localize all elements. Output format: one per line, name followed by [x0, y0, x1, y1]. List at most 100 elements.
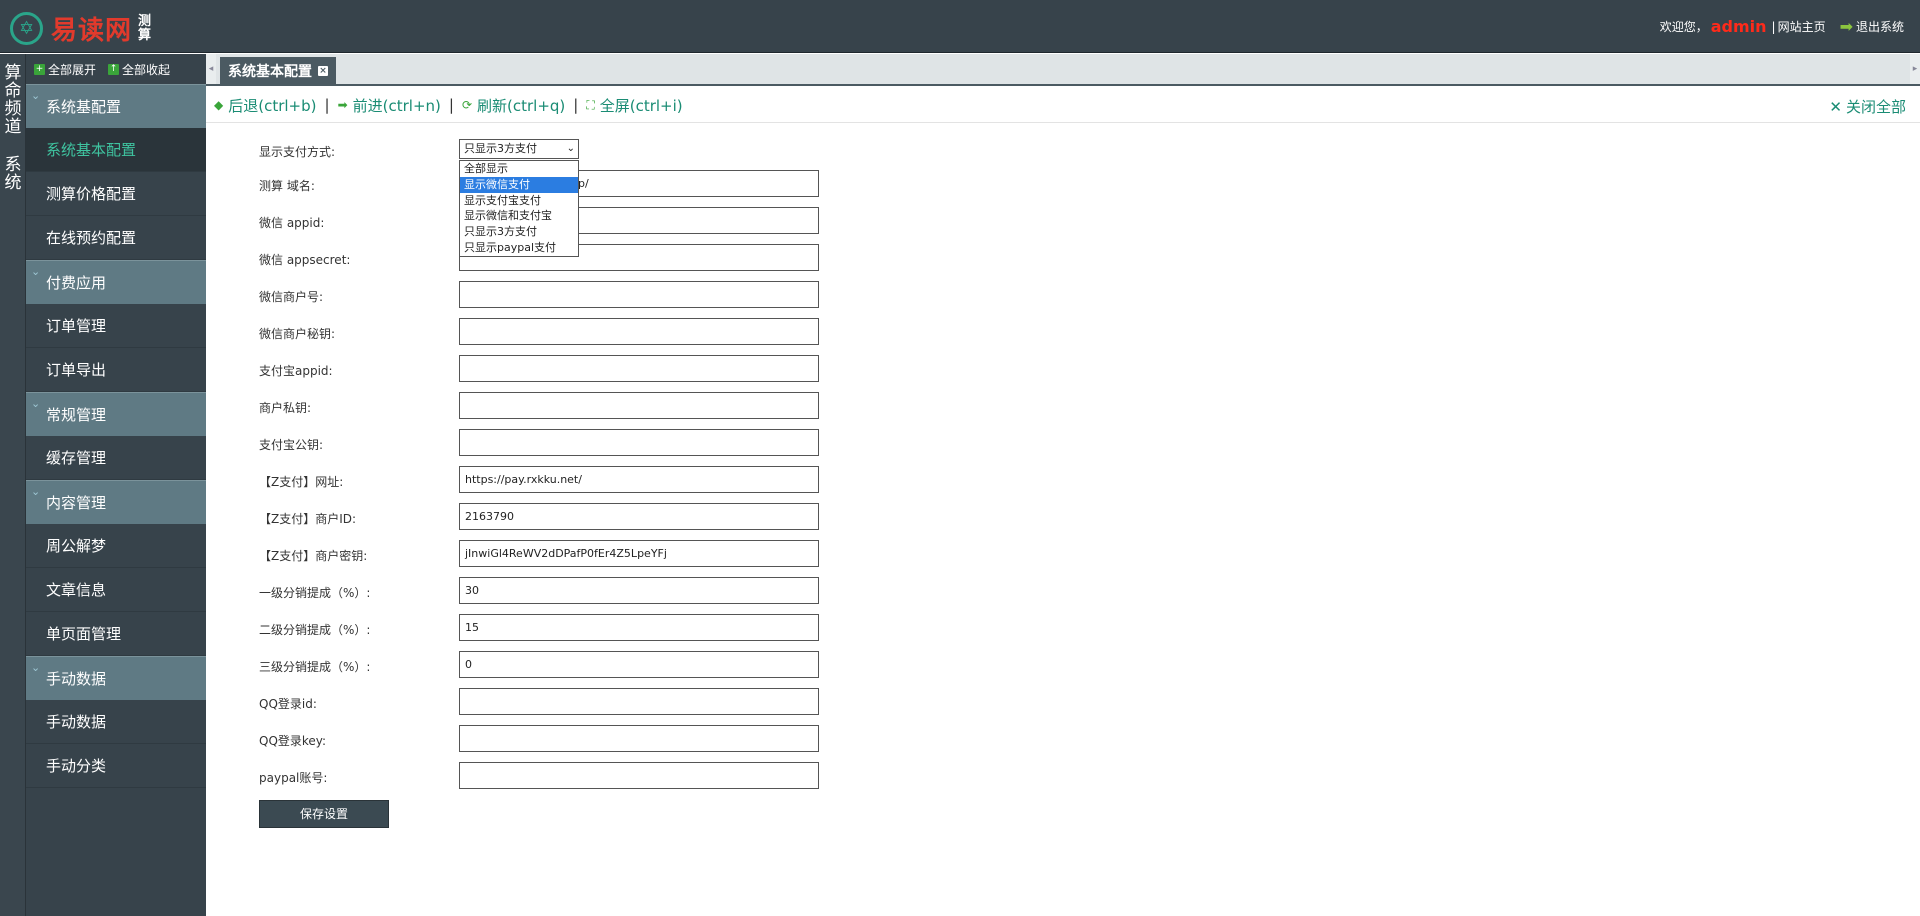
ali-pubkey-input[interactable]	[459, 429, 819, 456]
field-label: 微信商户秘钥:	[259, 327, 336, 341]
field-label: 支付宝appid:	[259, 364, 333, 378]
tab-system-basic[interactable]: 系统基本配置 ×	[220, 57, 336, 84]
chevron-down-icon: ⌄	[31, 397, 41, 410]
close-all-label: 关闭全部	[1845, 98, 1906, 116]
field-label: 一级分销提成（%）:	[259, 586, 371, 600]
header-user-bar: 欢迎您， admin | 网站主页 ➡ 退出系统	[1660, 17, 1904, 36]
collapse-all-button[interactable]: ↑ 全部收起	[108, 61, 170, 78]
sidebar-group-content[interactable]: ⌄ 内容管理	[26, 480, 206, 524]
back-arrow-icon: ◆	[214, 98, 224, 112]
sidebar-group-system[interactable]: ⌄ 系统基配置	[26, 84, 206, 128]
fullscreen-icon: ⛶	[586, 97, 595, 112]
chevron-down-icon: ⌄	[31, 265, 41, 278]
exit-arrow-icon: ➡	[1839, 17, 1853, 36]
form-row-paypal: paypal账号:	[206, 762, 906, 790]
field-label: 【Z支付】商户ID:	[259, 512, 357, 526]
qq-key-input[interactable]	[459, 725, 819, 752]
pay-mode-label: 显示支付方式:	[259, 145, 336, 159]
config-form: 显示支付方式: 只显示3方支付 ⌄ 全部显示 显示微信支付 显示支付宝支付 显示…	[206, 124, 1920, 916]
forward-link[interactable]: 前进(ctrl+n)	[353, 95, 441, 116]
form-row-qq-id: QQ登录id:	[206, 688, 906, 716]
form-row-commission-1: 一级分销提成（%）: 30	[206, 577, 906, 605]
site-logo[interactable]: ✡ 易读网 测算	[10, 10, 152, 47]
group-label: 系统基配置	[46, 98, 122, 116]
pay-option[interactable]: 显示支付宝支付	[460, 193, 578, 209]
zpay-key-input[interactable]: jInwiGl4ReWV2dDPafP0fEr4Z5LpeYFj	[459, 540, 819, 567]
logo-subtitle: 测算	[138, 13, 152, 43]
zpay-id-input[interactable]: 2163790	[459, 503, 819, 530]
sidebar-item-system-basic[interactable]: 系统基本配置	[26, 128, 206, 172]
group-label: 手动数据	[46, 670, 107, 688]
sidebar-item-orders[interactable]: 订单管理	[26, 304, 206, 348]
wx-mchid-input[interactable]	[459, 281, 819, 308]
pay-mode-select[interactable]: 只显示3方支付 ⌄	[459, 139, 579, 159]
close-all-button[interactable]: ✕ 关闭全部	[1829, 96, 1906, 117]
forward-arrow-icon: ➡	[337, 98, 348, 112]
qq-id-input[interactable]	[459, 688, 819, 715]
form-row-private-key: 商户私钥:	[206, 392, 906, 420]
ali-appid-input[interactable]	[459, 355, 819, 382]
sidebar-item-manual-category[interactable]: 手动分类	[26, 744, 206, 788]
sidebar-item-dreams[interactable]: 周公解梦	[26, 524, 206, 568]
refresh-icon: ⟳	[461, 98, 472, 112]
top-header: ✡ 易读网 测算 欢迎您， admin | 网站主页 ➡ 退出系统	[0, 0, 1920, 53]
channel-fortune[interactable]: 算命频道	[0, 64, 26, 136]
home-link[interactable]: 网站主页	[1778, 18, 1826, 35]
commission-1-input[interactable]: 30	[459, 577, 819, 604]
tab-label: 系统基本配置	[228, 63, 312, 80]
nav-separator: |	[573, 96, 579, 114]
field-label: 微信商户号:	[259, 290, 324, 304]
group-label: 内容管理	[46, 494, 107, 512]
field-label: 【Z支付】网址:	[259, 475, 344, 489]
refresh-link[interactable]: 刷新(ctrl+q)	[477, 95, 565, 116]
field-label: 微信 appsecret:	[259, 253, 351, 267]
sidebar-group-general[interactable]: ⌄ 常规管理	[26, 392, 206, 436]
zpay-url-input[interactable]: https://pay.rxkku.net/	[459, 466, 819, 493]
sidebar-item-manual-data[interactable]: 手动数据	[26, 700, 206, 744]
sidebar: + 全部展开 ↑ 全部收起 ⌄ 系统基配置 系统基本配置 测算价格配置 在线预约配…	[26, 54, 206, 916]
admin-username: admin	[1710, 17, 1767, 36]
save-settings-button[interactable]: 保存设置	[259, 800, 389, 828]
close-icon[interactable]: ×	[318, 65, 328, 76]
sidebar-item-cache[interactable]: 缓存管理	[26, 436, 206, 480]
fullscreen-link[interactable]: 全屏(ctrl+i)	[600, 95, 683, 116]
sidebar-item-pages[interactable]: 单页面管理	[26, 612, 206, 656]
expand-all-label: 全部展开	[48, 62, 97, 77]
sidebar-group-manual[interactable]: ⌄ 手动数据	[26, 656, 206, 700]
tab-scroll-right-icon[interactable]: ▸	[1910, 54, 1920, 84]
field-label: 三级分销提成（%）:	[259, 660, 371, 674]
back-link[interactable]: 后退(ctrl+b)	[228, 95, 316, 116]
form-row-wx-mchid: 微信商户号:	[206, 281, 906, 309]
chevron-down-icon: ⌄	[31, 89, 41, 102]
field-label: paypal账号:	[259, 771, 328, 785]
sidebar-item-articles[interactable]: 文章信息	[26, 568, 206, 612]
sidebar-item-price-config[interactable]: 测算价格配置	[26, 172, 206, 216]
field-label: 【Z支付】商户密钥:	[259, 549, 368, 563]
field-label: 商户私钥:	[259, 401, 312, 415]
wx-key-input[interactable]	[459, 318, 819, 345]
nav-toolbar: ◆ 后退(ctrl+b) | ➡ 前进(ctrl+n) | ⟳ 刷新(ctrl+…	[206, 88, 1920, 123]
sidebar-item-booking-config[interactable]: 在线预约配置	[26, 216, 206, 260]
pay-option[interactable]: 显示微信和支付宝	[460, 208, 578, 224]
pay-option[interactable]: 只显示3方支付	[460, 224, 578, 240]
field-label: QQ登录key:	[259, 734, 327, 748]
nav-separator: |	[448, 96, 454, 114]
pay-option[interactable]: 显示微信支付	[460, 176, 578, 193]
exit-link[interactable]: 退出系统	[1856, 18, 1904, 35]
pay-option[interactable]: 只显示paypal支付	[460, 240, 578, 256]
expand-all-button[interactable]: + 全部展开	[34, 61, 96, 78]
commission-3-input[interactable]: 0	[459, 651, 819, 678]
group-label: 常规管理	[46, 406, 107, 424]
private-key-input[interactable]	[459, 392, 819, 419]
tab-scroll-left-icon[interactable]: ◂	[206, 54, 216, 84]
sidebar-item-order-export[interactable]: 订单导出	[26, 348, 206, 392]
paypal-input[interactable]	[459, 762, 819, 789]
form-row-ali-pubkey: 支付宝公钥:	[206, 429, 906, 457]
sidebar-group-paid[interactable]: ⌄ 付费应用	[26, 260, 206, 304]
pay-option[interactable]: 全部显示	[460, 161, 578, 177]
channel-system[interactable]: 系统	[0, 156, 26, 192]
form-row-qq-key: QQ登录key:	[206, 725, 906, 753]
commission-2-input[interactable]: 15	[459, 614, 819, 641]
pay-mode-dropdown: 全部显示 显示微信支付 显示支付宝支付 显示微信和支付宝 只显示3方支付 只显示…	[459, 160, 579, 257]
up-icon: ↑	[108, 63, 120, 75]
